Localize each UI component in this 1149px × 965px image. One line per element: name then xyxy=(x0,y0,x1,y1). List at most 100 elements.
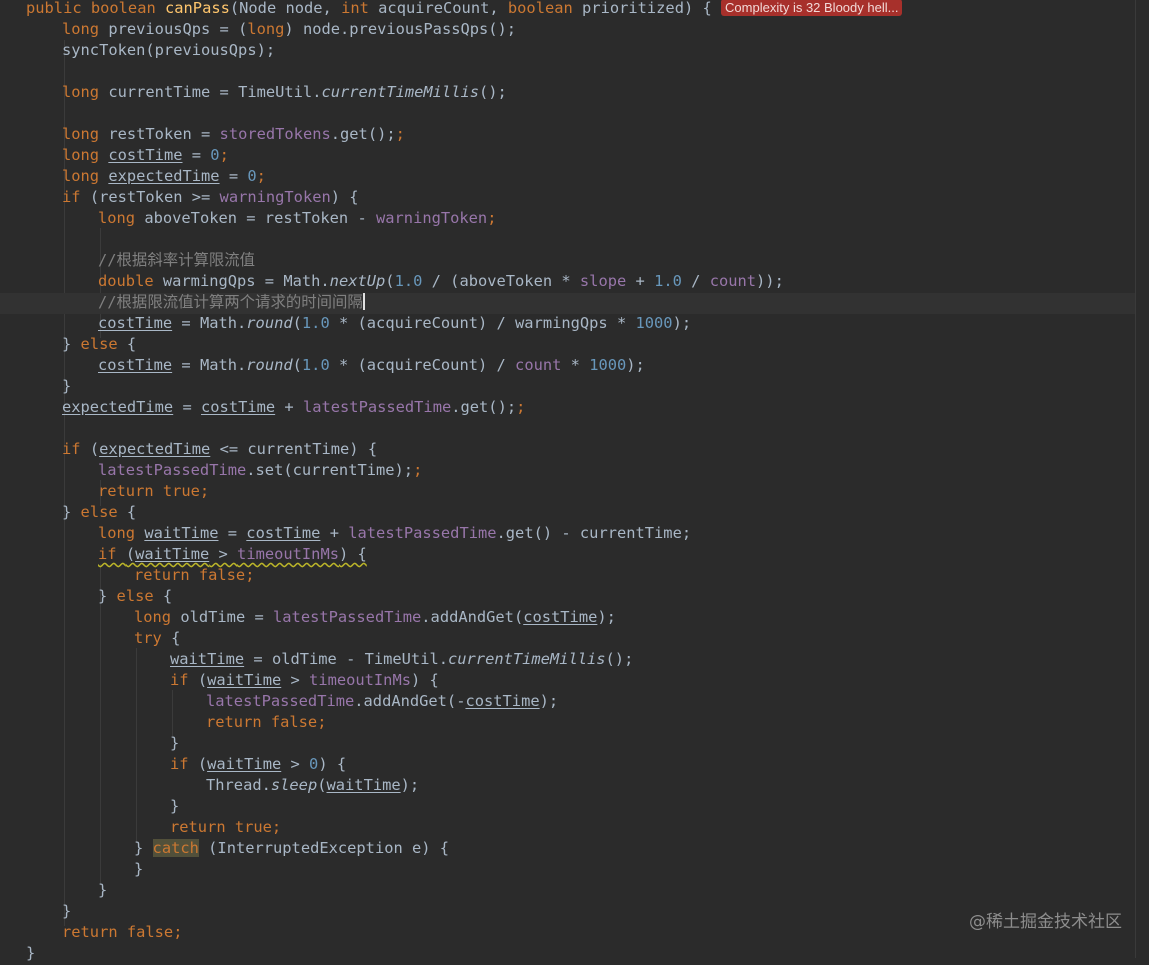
field-token: latestPassedTime xyxy=(98,461,247,479)
code-token: expectedTime xyxy=(99,440,211,458)
code-token: + xyxy=(626,272,655,290)
code-token: ); xyxy=(626,356,645,374)
code-token: (); xyxy=(605,650,634,668)
field-token: warningToken xyxy=(376,209,488,227)
code-token: ); xyxy=(400,776,420,794)
code-token: waitTime xyxy=(144,524,219,542)
code-line[interactable]: } else { xyxy=(0,335,1135,356)
code-token: currentTimeMillis xyxy=(321,83,479,101)
code-token: = Math. xyxy=(172,314,247,332)
code-line[interactable]: if (restToken >= warningToken) { xyxy=(0,188,1135,209)
code-token: public boolean xyxy=(26,0,165,17)
code-line[interactable]: long restToken = storedTokens.get();; xyxy=(0,125,1135,146)
code-token: return true; xyxy=(170,818,282,836)
code-line[interactable]: long costTime = 0; xyxy=(0,146,1135,167)
code-line[interactable]: } else { xyxy=(0,587,1135,608)
code-line[interactable]: costTime = Math.round(1.0 * (acquireCoun… xyxy=(0,314,1135,335)
code-line[interactable]: latestPassedTime.addAndGet(-costTime); xyxy=(0,692,1135,713)
number-token: 0 xyxy=(210,146,220,164)
code-token: costTime xyxy=(108,146,183,164)
code-token: = xyxy=(219,167,248,185)
code-token: = xyxy=(218,524,247,542)
code-token: ( xyxy=(89,440,100,458)
code-editor[interactable]: public boolean canPass(Node node, int ac… xyxy=(0,0,1149,962)
code-token: acquireCount, xyxy=(378,0,508,17)
code-token: ( xyxy=(292,314,302,332)
complexity-badge[interactable]: Complexity is 32 Bloody hell... xyxy=(721,0,903,16)
code-line[interactable]: long waitTime = costTime + latestPassedT… xyxy=(0,524,1135,545)
code-token: <= currentTime) { xyxy=(210,440,378,458)
number-token: 1000 xyxy=(635,314,673,332)
code-token: .get() - currentTime; xyxy=(496,524,692,542)
code-line[interactable]: try { xyxy=(0,629,1135,650)
code-line[interactable]: long oldTime = latestPassedTime.addAndGe… xyxy=(0,608,1135,629)
code-line[interactable]: Thread.sleep(waitTime); xyxy=(0,776,1135,797)
code-token: (Node node, xyxy=(229,0,342,17)
code-line[interactable]: return true; xyxy=(0,482,1135,503)
code-token: costTime xyxy=(201,398,276,416)
code-line[interactable]: } xyxy=(0,377,1135,398)
code-token: ) { xyxy=(318,755,347,773)
number-token: 0 xyxy=(247,167,257,185)
code-line[interactable]: waitTime = oldTime - TimeUtil.currentTim… xyxy=(0,650,1135,671)
code-line[interactable]: if (waitTime > timeoutInMs) { xyxy=(0,545,1135,566)
code-line[interactable]: } xyxy=(0,860,1135,881)
code-line[interactable]: } xyxy=(0,881,1135,902)
code-line[interactable]: } catch (InterruptedException e) { xyxy=(0,839,1135,860)
code-token: expectedTime xyxy=(62,398,174,416)
inspection-warning[interactable]: if (waitTime > timeoutInMs) { xyxy=(98,545,367,563)
code-line[interactable]: if (expectedTime <= currentTime) { xyxy=(0,440,1135,461)
code-token: * xyxy=(561,356,590,374)
code-token: } xyxy=(62,377,72,395)
code-line[interactable]: } xyxy=(0,734,1135,755)
code-token: currentTime = TimeUtil. xyxy=(108,83,322,101)
code-token: + xyxy=(320,524,349,542)
code-token: } xyxy=(62,902,72,920)
code-line[interactable]: long aboveToken = restToken - warningTok… xyxy=(0,209,1135,230)
number-token: 1.0 xyxy=(301,314,330,332)
code-line[interactable]: return true; xyxy=(0,818,1135,839)
code-line[interactable]: costTime = Math.round(1.0 * (acquireCoun… xyxy=(0,356,1135,377)
method-name: canPass xyxy=(165,0,230,17)
code-token: long xyxy=(98,209,145,227)
code-line[interactable]: expectedTime = costTime + latestPassedTi… xyxy=(0,398,1135,419)
code-token: prioritized) { xyxy=(582,0,722,17)
code-token: try xyxy=(134,629,172,647)
code-token: costTime xyxy=(523,608,598,626)
code-line[interactable]: return false; xyxy=(0,566,1135,587)
comment-token: //根据斜率计算限流值 xyxy=(98,251,256,269)
code-line[interactable]: public boolean canPass(Node node, int ac… xyxy=(0,0,1135,20)
field-token: latestPassedTime xyxy=(206,692,355,710)
code-token: ); xyxy=(597,608,616,626)
code-token: } xyxy=(170,797,180,815)
code-line[interactable]: double warmingQps = Math.nextUp(1.0 / (a… xyxy=(0,272,1135,293)
code-line[interactable]: } xyxy=(0,902,1135,923)
code-line[interactable]: syncToken(previousQps); xyxy=(0,41,1135,62)
code-line-current[interactable]: //根据限流值计算两个请求的时间间隔 xyxy=(0,293,1135,314)
code-line[interactable]: } else { xyxy=(0,503,1135,524)
code-line[interactable]: long currentTime = TimeUtil.currentTimeM… xyxy=(0,83,1135,104)
code-token: > xyxy=(281,755,310,773)
code-line[interactable]: if (waitTime > timeoutInMs) { xyxy=(0,671,1135,692)
code-token: long xyxy=(247,20,285,38)
code-token: ( xyxy=(317,776,327,794)
field-token: timeoutInMs xyxy=(237,545,339,563)
code-token: = xyxy=(182,146,211,164)
code-token: return false; xyxy=(62,923,183,941)
code-token: } xyxy=(26,944,36,962)
comment-token: //根据限流值计算两个请求的时间间隔 xyxy=(98,293,363,311)
code-token: = Math. xyxy=(172,356,247,374)
code-line[interactable]: latestPassedTime.set(currentTime);; xyxy=(0,461,1135,482)
code-line[interactable]: } xyxy=(0,797,1135,818)
code-line[interactable]: if (waitTime > 0) { xyxy=(0,755,1135,776)
code-line[interactable]: long previousQps = (long) node.previousP… xyxy=(0,20,1135,41)
code-token: if xyxy=(62,188,90,206)
code-token: else xyxy=(116,587,163,605)
code-line[interactable]: long expectedTime = 0; xyxy=(0,167,1135,188)
code-token: = oldTime - TimeUtil. xyxy=(244,650,448,668)
code-line[interactable]: return false; xyxy=(0,923,1135,944)
code-line[interactable]: } xyxy=(0,944,1135,965)
code-line[interactable]: return false; xyxy=(0,713,1135,734)
code-line[interactable]: //根据斜率计算限流值 xyxy=(0,251,1135,272)
code-token: > xyxy=(281,671,310,689)
